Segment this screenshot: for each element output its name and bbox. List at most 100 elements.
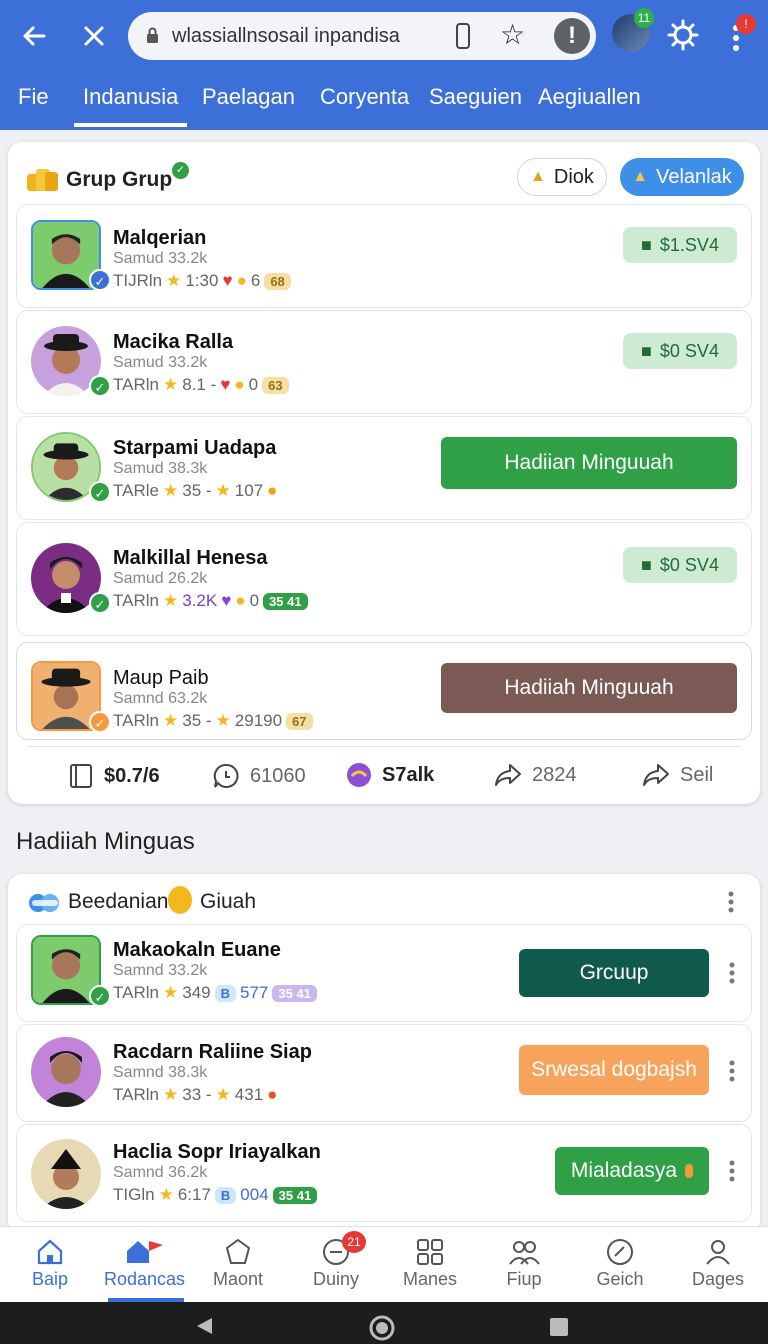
star-icon[interactable]: ☆	[500, 20, 525, 50]
system-navigation-bar	[0, 1302, 768, 1344]
weekly-card: Beedanian Giuah ✓ Makaokaln Euane Samnd …	[8, 874, 760, 1234]
list-item[interactable]: Racdarn Raliine Siap Samnd 38.3k TARln ★ 3…	[16, 1024, 752, 1122]
more-vert-icon[interactable]	[729, 1159, 735, 1183]
profile-avatar[interactable]: 11	[612, 8, 654, 52]
footer-item[interactable]: 2824	[494, 762, 577, 788]
more-vert-icon[interactable]	[729, 1059, 735, 1083]
member-name: Makaokaln Euane	[113, 939, 281, 961]
list-item[interactable]: ✓ Makaokaln Euane Samnd 33.2k TARln ★ 349 …	[16, 924, 752, 1022]
grid-icon	[417, 1239, 443, 1265]
star-icon: ★	[215, 481, 231, 500]
share-icon	[495, 764, 521, 786]
verified-icon: ✓	[172, 162, 189, 179]
footer-item[interactable]: S7alk	[346, 762, 434, 788]
verified-icon: ✓	[89, 711, 111, 733]
member-stats: TARln ★ 35 - ★ 29190 67	[113, 711, 313, 731]
tab-aegiuallen[interactable]: Aegiuallen	[538, 84, 641, 110]
menu-badge: !	[736, 14, 756, 34]
recents-square-icon[interactable]	[548, 1316, 570, 1338]
member-subtitle: Samnd 38.3k	[113, 1064, 208, 1081]
tab-coryenta[interactable]: Coryenta	[320, 84, 409, 110]
back-triangle-icon[interactable]	[194, 1316, 214, 1336]
share-icon	[643, 764, 669, 786]
diok-button[interactable]: ▲ Diok	[517, 158, 607, 196]
star-icon: ★	[162, 1085, 179, 1104]
section-title: Hadiiah Minguas	[16, 828, 195, 855]
footer-item[interactable]: 61060	[212, 762, 306, 790]
url-text: wlassiallnsosail inpandisa	[172, 25, 400, 47]
tab-fie[interactable]: Fie	[18, 84, 49, 110]
action-button[interactable]: Srwesal dogbajsh	[519, 1045, 709, 1095]
star-icon: ★	[162, 481, 179, 500]
star-icon: ★	[166, 271, 182, 290]
tab-saeguien[interactable]: Saeguien	[429, 84, 522, 110]
member-name: Starpami Uadapa	[113, 437, 277, 459]
nav-item-geich[interactable]: Geich	[580, 1237, 660, 1290]
tag-icon: B	[214, 984, 236, 1002]
menu-icon[interactable]: !	[724, 14, 756, 56]
profile-badge: 11	[634, 8, 654, 28]
emoji-icon: ●	[234, 375, 245, 394]
price-button[interactable]: ■ $0 SV4	[623, 547, 737, 583]
alert-icon[interactable]: !	[554, 18, 590, 54]
heart-icon: ♥	[222, 271, 233, 290]
list-item[interactable]: ✓ Malqerian Samud 33.2k TIJRln ★ 1:30 ♥ ● 6 …	[16, 204, 752, 308]
footer-item[interactable]: Seil	[642, 762, 713, 788]
verified-icon: ✓	[89, 481, 111, 503]
member-subtitle: Samnd 36.2k	[113, 1164, 208, 1181]
list-item[interactable]: ✓ Macika Ralla Samud 33.2k TARln ★ 8.1 - ♥…	[16, 310, 752, 414]
tab-paelagan[interactable]: Paelagan	[202, 84, 295, 110]
group-button[interactable]: Grcuup	[519, 949, 709, 997]
member-name: Racdarn Raliine Siap	[113, 1041, 312, 1063]
browser-top-bar: wlassiallnsosail inpandisa ☆ ! 11 ! Fie …	[0, 0, 768, 194]
gift-icon: ■	[641, 554, 652, 575]
back-arrow-icon[interactable]	[18, 20, 50, 52]
list-item[interactable]: ✓ Malkillal Henesa Samud 26.2k TARln ★ 3.2…	[16, 522, 752, 636]
pentagon-icon	[225, 1238, 251, 1264]
star-icon: ★	[162, 375, 179, 394]
member-name: Haclia Sopr Iriayalkan	[113, 1141, 321, 1163]
gift-icon: ■	[641, 340, 652, 361]
price-button[interactable]: ■ $0 SV4	[623, 333, 737, 369]
price-button[interactable]: ■ $1.SV4	[623, 227, 737, 263]
list-item[interactable]: ✓ Starpami Uadapa Samud 38.3k TARle ★ 35 -…	[16, 416, 752, 520]
action-button[interactable]: Mialadasya	[555, 1147, 709, 1195]
more-vert-icon[interactable]	[729, 961, 735, 985]
chat-icon	[213, 763, 239, 788]
triangle-icon: ▲	[632, 168, 649, 185]
member-subtitle: Samnd 33.2k	[113, 962, 208, 979]
star-icon: ★	[158, 1185, 174, 1204]
more-vert-icon[interactable]	[728, 890, 734, 914]
list-item[interactable]: ✓ Maup Paib Samnd 63.2k TARln ★ 35 - ★ 2919…	[16, 642, 752, 740]
nav-item-fiup[interactable]: Fiup	[484, 1237, 564, 1290]
gear-icon[interactable]	[666, 18, 700, 52]
address-bar[interactable]: wlassiallnsosail inpandisa ☆ !	[128, 12, 596, 60]
nav-item-dages[interactable]: Dages	[678, 1237, 758, 1290]
phone-icon[interactable]	[456, 23, 470, 49]
weekly-card-subtitle: Giuah	[200, 890, 257, 913]
home-circle-icon[interactable]	[368, 1314, 396, 1342]
nav-item-baip[interactable]: Baip	[10, 1237, 90, 1290]
ribbon-icon	[29, 894, 59, 912]
emoji-icon: ●	[235, 591, 246, 610]
divider	[28, 746, 740, 747]
footer-item[interactable]: $0.7/6	[68, 762, 160, 790]
reward-button[interactable]: Hadiian Minguuah	[441, 437, 737, 489]
list-item[interactable]: Haclia Sopr Iriayalkan Samnd 36.2k TIGln…	[16, 1124, 752, 1222]
member-subtitle: Samud 26.2k	[113, 570, 208, 587]
nav-item-rodancas[interactable]: Rodancas	[104, 1237, 185, 1302]
category-tabs: Fie Indanusia Paelagan Coryenta Saeguien…	[0, 76, 768, 194]
velanlak-button[interactable]: ▲ Velanlak	[620, 158, 744, 196]
member-stats: TARln ★ 349 B 577 35 41	[113, 983, 317, 1003]
nav-item-maont[interactable]: Maont	[198, 1237, 278, 1290]
nav-item-manes[interactable]: Manes	[390, 1237, 470, 1290]
close-icon[interactable]	[78, 20, 110, 52]
home-icon	[37, 1239, 63, 1265]
nav-item-duiny[interactable]: Duiny 21	[296, 1231, 376, 1290]
member-name: Malkillal Henesa	[113, 547, 268, 569]
tag-icon: B	[214, 1186, 237, 1204]
verified-icon: ✓	[89, 985, 111, 1007]
tab-indanusia[interactable]: Indanusia	[74, 84, 188, 127]
emoji-icon	[168, 886, 192, 914]
reward-button[interactable]: Hadiiah Minguuah	[441, 663, 737, 713]
